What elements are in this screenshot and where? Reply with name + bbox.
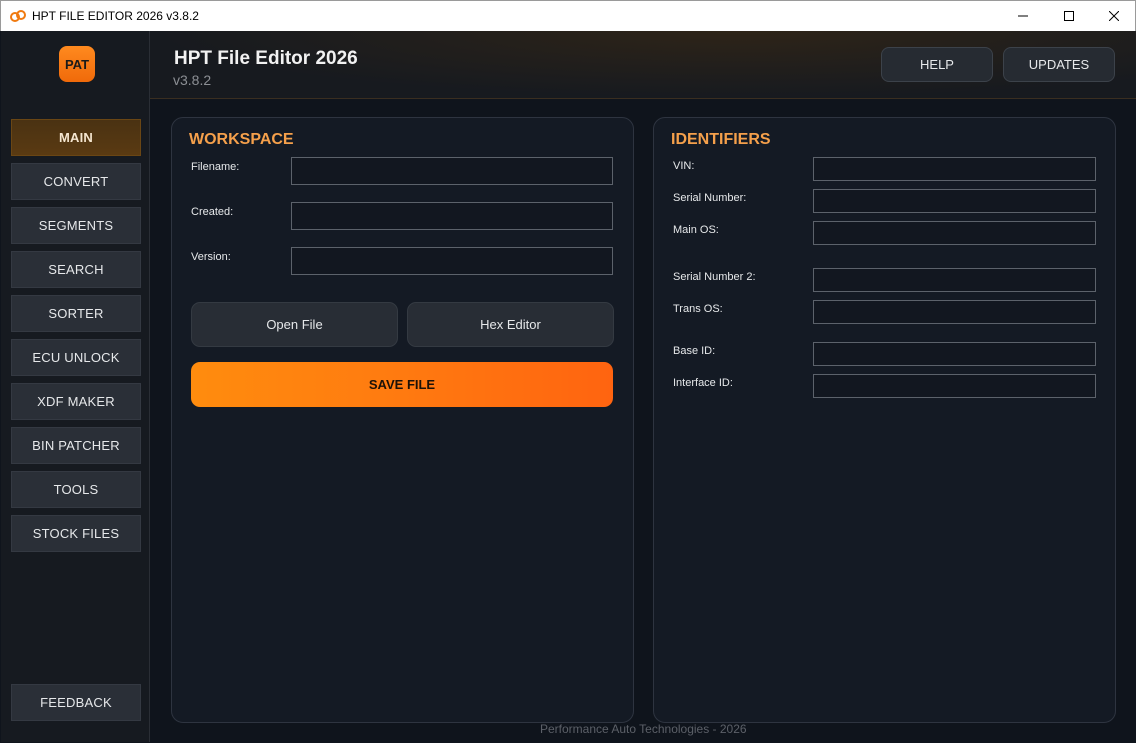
page-title: HPT File Editor 2026 [174,48,358,69]
serial-number-2-field[interactable] [813,268,1096,292]
sidebar: PAT MAIN CONVERT SEGMENTS SEARCH SORTER … [1,31,150,742]
base-id-label: Base ID: [673,345,716,357]
window-title: HPT FILE EDITOR 2026 v3.8.2 [32,9,199,23]
vin-field[interactable] [813,157,1096,181]
serial-number-field[interactable] [813,189,1096,213]
open-file-button[interactable]: Open File [191,302,398,347]
maximize-button[interactable] [1046,1,1092,31]
sidebar-item-tools[interactable]: TOOLS [11,471,141,508]
close-icon [1109,11,1119,21]
close-button[interactable] [1091,1,1136,31]
interface-id-label: Interface ID: [673,377,733,389]
hex-editor-button[interactable]: Hex Editor [407,302,614,347]
app-version: v3.8.2 [173,72,212,88]
version-field[interactable] [291,247,613,275]
identifiers-title: IDENTIFIERS [671,131,771,148]
version-label: Version: [191,251,231,263]
workspace-panel: WORKSPACE Filename: Created: Version: Op… [171,117,634,723]
help-button[interactable]: HELP [881,47,993,82]
sidebar-item-segments[interactable]: SEGMENTS [11,207,141,244]
sidebar-item-stock-files[interactable]: STOCK FILES [11,515,141,552]
sidebar-item-convert[interactable]: CONVERT [11,163,141,200]
sidebar-item-xdf-maker[interactable]: XDF MAKER [11,383,141,420]
maximize-icon [1064,11,1074,21]
sidebar-item-bin-patcher[interactable]: BIN PATCHER [11,427,141,464]
minimize-icon [1018,15,1028,17]
identifiers-panel: IDENTIFIERS VIN: Serial Number: Main OS:… [653,117,1116,723]
filename-label: Filename: [191,161,240,173]
main-os-field[interactable] [813,221,1096,245]
updates-button[interactable]: UPDATES [1003,47,1115,82]
window-title-bar[interactable]: HPT FILE EDITOR 2026 v3.8.2 [0,0,1136,31]
trans-os-label: Trans OS: [673,303,723,315]
filename-field[interactable] [291,157,613,185]
main-os-label: Main OS: [673,224,719,236]
save-file-button[interactable]: SAVE FILE [191,362,613,407]
interface-id-field[interactable] [813,374,1096,398]
trans-os-field[interactable] [813,300,1096,324]
created-label: Created: [191,206,234,218]
feedback-button[interactable]: FEEDBACK [11,684,141,721]
vin-label: VIN: [673,160,695,172]
workspace-title: WORKSPACE [189,131,294,148]
serial-number-label: Serial Number: [673,192,747,204]
created-field[interactable] [291,202,613,230]
serial-number-2-label: Serial Number 2: [673,271,756,283]
base-id-field[interactable] [813,342,1096,366]
sidebar-item-search[interactable]: SEARCH [11,251,141,288]
app-logo-icon [10,10,26,22]
sidebar-item-main[interactable]: MAIN [11,119,141,156]
pat-logo: PAT [59,46,95,82]
app-header: HPT File Editor 2026 v3.8.2 HELP UPDATES [150,31,1136,99]
sidebar-item-ecu-unlock[interactable]: ECU UNLOCK [11,339,141,376]
sidebar-item-sorter[interactable]: SORTER [11,295,141,332]
footer-text: Performance Auto Technologies - 2026 [540,722,747,736]
minimize-button[interactable] [1000,1,1046,31]
